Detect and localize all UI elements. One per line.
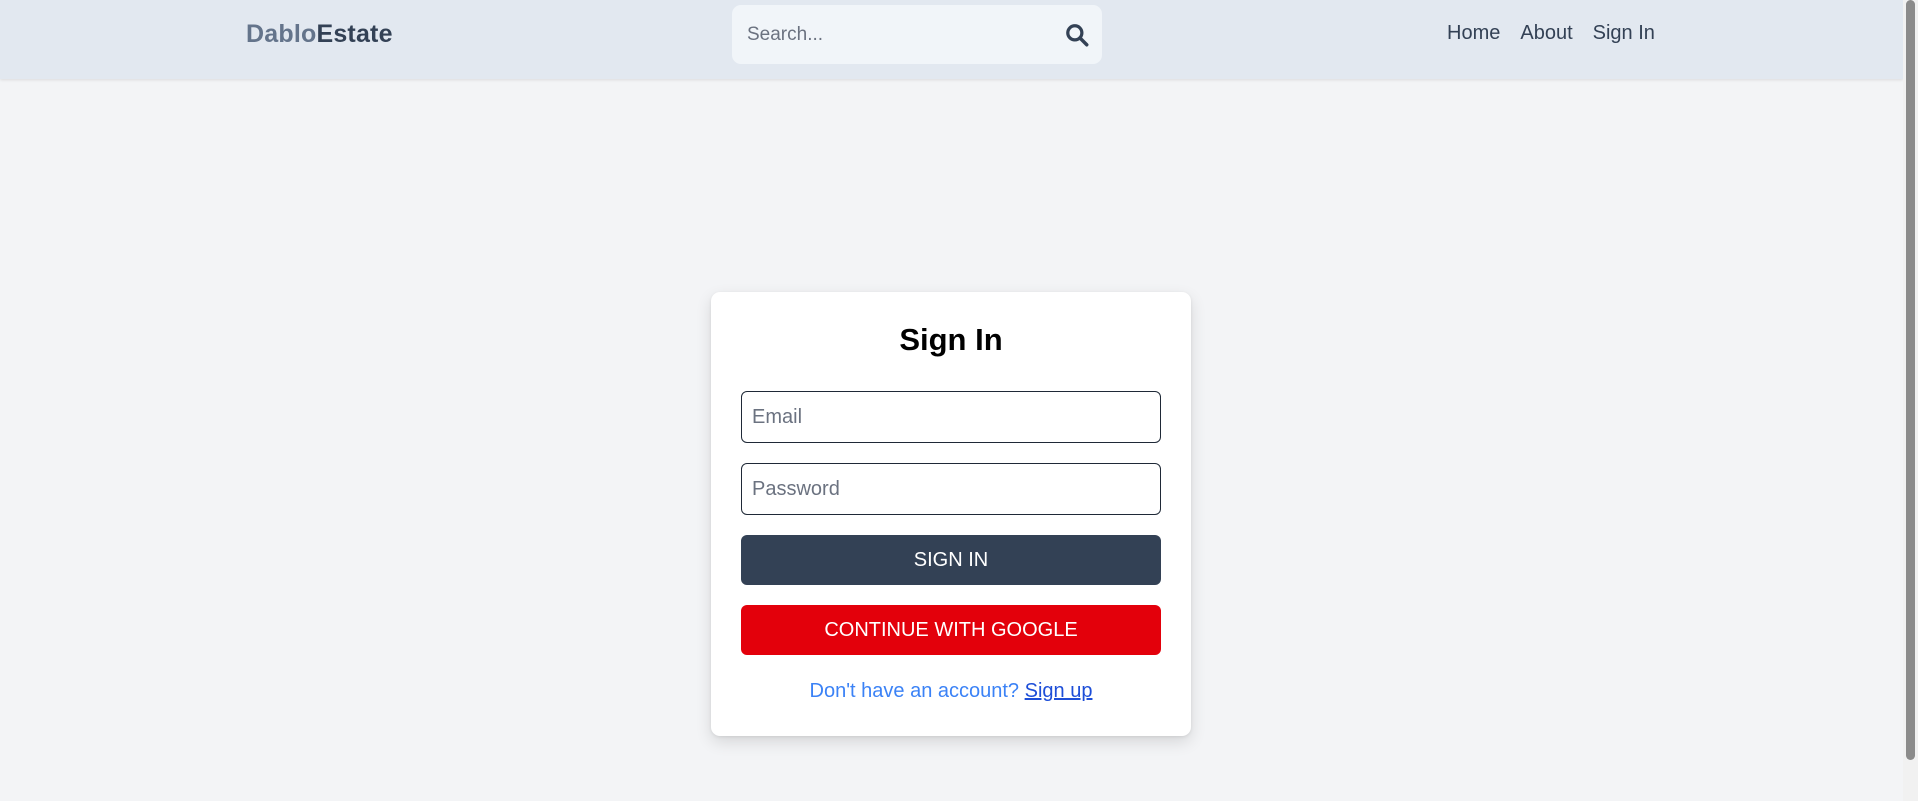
- logo-part-estate: Estate: [316, 20, 393, 48]
- page-scrollbar[interactable]: [1903, 0, 1918, 801]
- google-signin-button[interactable]: CONTINUE WITH GOOGLE: [741, 605, 1161, 655]
- search-input[interactable]: [747, 5, 1047, 64]
- site-header: DabloEstate Home About Sign In: [0, 0, 1903, 79]
- scrollbar-thumb[interactable]: [1906, 0, 1915, 760]
- signin-title: Sign In: [899, 322, 1003, 357]
- site-logo[interactable]: DabloEstate: [246, 20, 393, 49]
- password-field[interactable]: [741, 463, 1161, 515]
- search-form: [732, 5, 1102, 64]
- nav-signin-link[interactable]: Sign In: [1593, 22, 1655, 45]
- signup-prompt-text: Don't have an account?: [809, 680, 1020, 702]
- search-icon[interactable]: [1064, 22, 1090, 48]
- main-nav: Home About Sign In: [1447, 22, 1655, 45]
- nav-about-link[interactable]: About: [1520, 22, 1572, 45]
- signin-card: Sign In SIGN IN CONTINUE WITH GOOGLE Don…: [711, 292, 1191, 736]
- signup-prompt: Don't have an account? Sign up: [711, 680, 1191, 703]
- signin-button[interactable]: SIGN IN: [741, 535, 1161, 585]
- signup-link[interactable]: Sign up: [1025, 680, 1093, 702]
- email-field[interactable]: [741, 391, 1161, 443]
- nav-home-link[interactable]: Home: [1447, 22, 1500, 45]
- logo-part-dablo: Dablo: [246, 20, 317, 48]
- page-viewport: DabloEstate Home About Sign In Sign In S…: [0, 0, 1903, 801]
